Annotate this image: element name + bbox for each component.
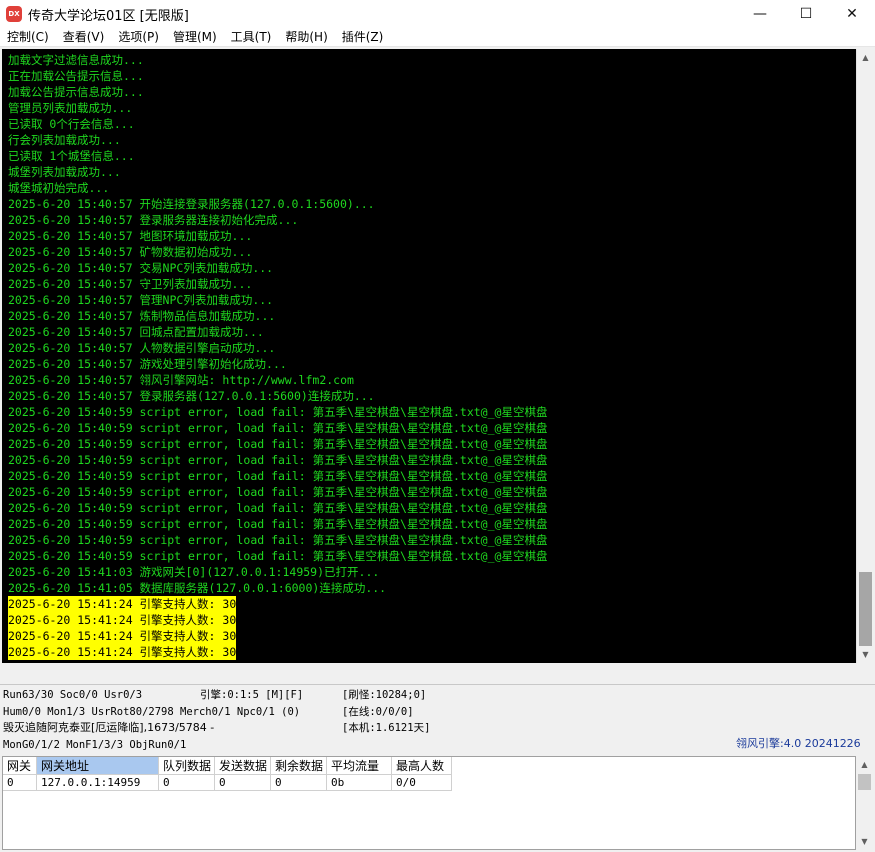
status-engine: 引擎:0:1:5 [M][F] [200,689,304,701]
log-line: 2025-6-20 15:40:57 管理NPC列表加载成功... [8,293,274,307]
log-line: 2025-6-20 15:40:59 script error, load fa… [8,501,548,515]
menu-control[interactable]: 控制(C) [0,28,56,47]
log-line: 2025-6-20 15:40:57 矿物数据初始成功... [8,245,253,259]
menu-options[interactable]: 选项(P) [111,28,166,47]
menu-bar: 控制(C) 查看(V) 选项(P) 管理(M) 工具(T) 帮助(H) 插件(Z… [0,28,875,47]
status-local: [本机:1.6121天] [342,722,431,734]
log-line: 2025-6-20 15:40:59 script error, load fa… [8,549,548,563]
log-line: 加载文字过滤信息成功... [8,53,144,67]
log-line: 已读取 1个城堡信息... [8,149,135,163]
minimize-button[interactable]: — [737,0,783,28]
log-line: 2025-6-20 15:40:57 翎风引擎网站: http://www.lf… [8,373,354,387]
log-line: 2025-6-20 15:40:59 script error, load fa… [8,469,548,483]
menu-manage[interactable]: 管理(M) [166,28,224,47]
col-queue[interactable]: 队列数据 [159,757,215,775]
log-line: 2025-6-20 15:40:59 script error, load fa… [8,517,548,531]
table-header: 网关 网关地址 队列数据 发送数据 剩余数据 平均流量 最高人数 [3,757,855,775]
log-line-highlighted: 2025-6-20 15:41:24 引擎支持人数: 30 [8,612,856,628]
log-line: 2025-6-20 15:40:57 登录服务器(127.0.0.1:5600)… [8,389,375,403]
cell-gateway: 0 [3,775,37,791]
version-label: 翎风引擎:4.0 20241226 [736,737,861,750]
maximize-button[interactable]: ☐ [783,0,829,28]
scroll-up-icon[interactable]: ▲ [857,49,874,66]
table-row[interactable]: 0 127.0.0.1:14959 0 0 0 0b 0/0 [3,775,855,791]
menu-plugins[interactable]: 插件(Z) [335,28,391,47]
log-line: 2025-6-20 15:40:57 开始连接登录服务器(127.0.0.1:5… [8,197,375,211]
cell-avg-traffic: 0b [327,775,392,791]
log-line-highlighted: 2025-6-20 15:41:24 引擎支持人数: 30 [8,628,856,644]
menu-help[interactable]: 帮助(H) [278,28,334,47]
status-refresh: [刷怪:10284;0] [342,689,427,701]
col-sent[interactable]: 发送数据 [215,757,271,775]
table-scrollbar[interactable]: ▲ ▼ [856,756,873,850]
window-controls: — ☐ ✕ [737,0,875,28]
cell-address: 127.0.0.1:14959 [37,775,159,791]
log-line-highlighted-text: 2025-6-20 15:41:24 引擎支持人数: 30 [8,644,237,660]
gateway-table: 网关 网关地址 队列数据 发送数据 剩余数据 平均流量 最高人数 0 127.0… [2,756,856,850]
log-line-highlighted: 2025-6-20 15:41:24 引擎支持人数: 30 [8,596,856,612]
log-line: 加载公告提示信息成功... [8,85,144,99]
status-online: [在线:0/0/0] [342,706,414,718]
log-line: 2025-6-20 15:40:59 script error, load fa… [8,405,548,419]
log-line: 城堡城初始完成... [8,181,110,195]
log-line-highlighted: 2025-6-20 15:41:24 引擎支持人数: 30 [8,644,856,660]
log-line: 2025-6-20 15:40:57 地图环境加载成功... [8,229,253,243]
log-line: 2025-6-20 15:41:05 数据库服务器(127.0.0.1:6000… [8,581,387,595]
table-scroll-up-icon[interactable]: ▲ [856,756,873,773]
cell-max-users: 0/0 [392,775,452,791]
menu-tools[interactable]: 工具(T) [224,28,279,47]
status-run: Run63/30 Soc0/0 Usr0/3 [3,689,143,701]
status-mon: MonG0/1/2 MonF1/3/3 ObjRun0/1 [3,739,187,751]
log-line: 2025-6-20 15:40:57 游戏处理引擎初始化成功... [8,357,287,371]
log-line: 2025-6-20 15:40:59 script error, load fa… [8,453,548,467]
table-scroll-thumb[interactable] [858,774,871,790]
log-line: 2025-6-20 15:40:57 守卫列表加载成功... [8,277,253,291]
log-line: 2025-6-20 15:40:59 script error, load fa… [8,485,548,499]
log-line: 行会列表加载成功... [8,133,121,147]
cell-remaining: 0 [271,775,327,791]
log-line: 2025-6-20 15:40:57 回城点配置加载成功... [8,325,264,339]
log-line-highlighted-text: 2025-6-20 15:41:24 引擎支持人数: 30 [8,596,237,612]
status-panel: Run63/30 Soc0/0 Usr0/3 引擎:0:1:5 [M][F] [… [0,684,875,754]
table-scroll-down-icon[interactable]: ▼ [856,833,873,850]
title-bar: DX 传奇大学论坛01区 [无限版] — ☐ ✕ [0,0,875,28]
log-line-highlighted-text: 2025-6-20 15:41:24 引擎支持人数: 30 [8,628,237,644]
close-button[interactable]: ✕ [829,0,875,28]
log-line: 2025-6-20 15:40:59 script error, load fa… [8,533,548,547]
log-line: 正在加载公告提示信息... [8,69,144,83]
cell-queue: 0 [159,775,215,791]
log-console[interactable]: 加载文字过滤信息成功... 正在加载公告提示信息... 加载公告提示信息成功... 管… [2,49,856,663]
col-gateway[interactable]: 网关 [3,757,37,775]
log-line: 2025-6-20 15:40:59 script error, load fa… [8,421,548,435]
scroll-down-icon[interactable]: ▼ [857,646,874,663]
window-title: 传奇大学论坛01区 [无限版] [28,8,189,24]
col-avg-traffic[interactable]: 平均流量 [327,757,392,775]
status-hum: Hum0/0 Mon1/3 UsrRot80/2798 Merch0/1 Npc… [3,706,301,718]
col-address[interactable]: 网关地址 [37,757,159,775]
log-line: 2025-6-20 15:40:57 登录服务器连接初始化完成... [8,213,299,227]
status-event: 毁灭追随阿克泰亚[厄运降临],1673/5784 - [3,721,215,734]
log-line-highlighted-text: 2025-6-20 15:41:24 引擎支持人数: 30 [8,612,237,628]
log-line: 2025-6-20 15:41:03 游戏网关[0](127.0.0.1:149… [8,565,380,579]
scroll-thumb[interactable] [859,572,872,646]
log-line: 2025-6-20 15:40:57 交易NPC列表加载成功... [8,261,274,275]
col-max-users[interactable]: 最高人数 [392,757,452,775]
log-line: 2025-6-20 15:40:59 script error, load fa… [8,437,548,451]
menu-view[interactable]: 查看(V) [56,28,112,47]
log-line: 管理员列表加载成功... [8,101,133,115]
col-remaining[interactable]: 剩余数据 [271,757,327,775]
log-line: 2025-6-20 15:40:57 炼制物品信息加载成功... [8,309,276,323]
console-scrollbar[interactable]: ▲ ▼ [856,49,873,663]
log-line: 城堡列表加载成功... [8,165,121,179]
log-line: 已读取 0个行会信息... [8,117,135,131]
cell-sent: 0 [215,775,271,791]
log-line: 2025-6-20 15:40:57 人物数据引擎启动成功... [8,341,276,355]
app-icon: DX [6,6,22,22]
